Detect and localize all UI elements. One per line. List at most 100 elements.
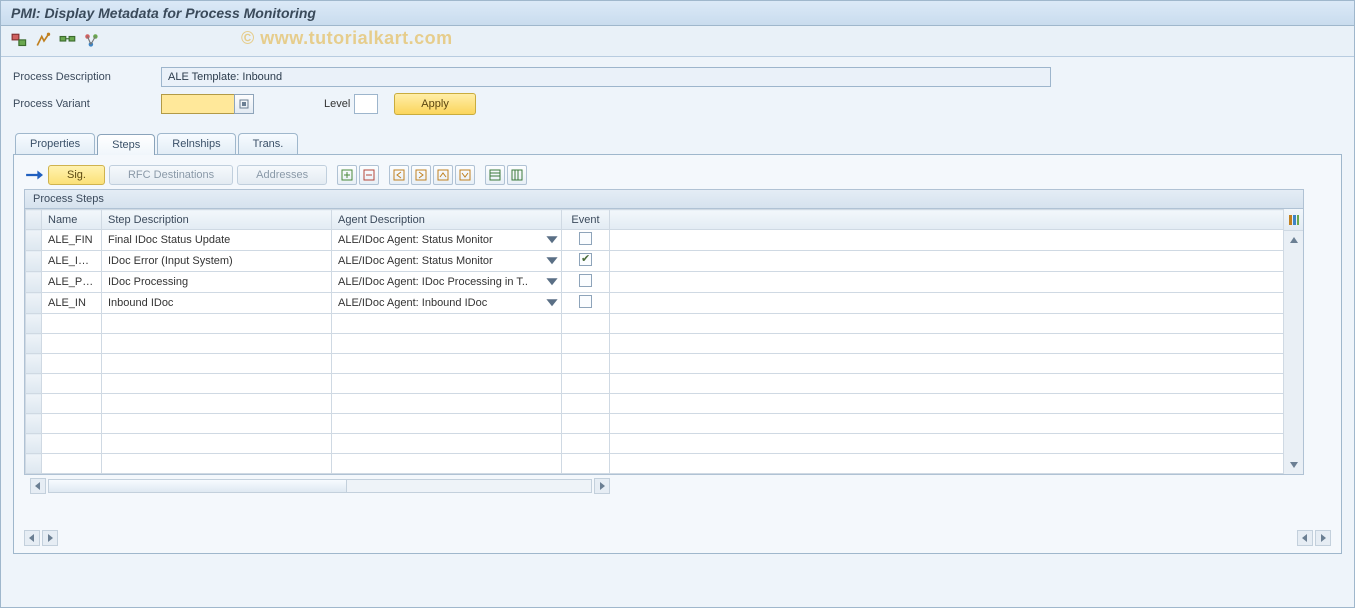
cell-step[interactable]: IDoc Processing (102, 272, 332, 293)
cell-step[interactable] (102, 374, 332, 394)
col-step[interactable]: Step Description (102, 210, 332, 230)
cell-agent[interactable]: ALE/IDoc Agent: Status Monitor (332, 251, 562, 272)
row-marker[interactable] (26, 434, 42, 454)
cell-step[interactable] (102, 354, 332, 374)
row-marker[interactable] (26, 454, 42, 474)
tabbody-scroll-right-near-icon[interactable] (42, 530, 58, 546)
scroll-up-icon[interactable] (1289, 231, 1299, 249)
cell-event[interactable] (562, 374, 610, 394)
cell-event[interactable] (562, 314, 610, 334)
scroll-right-icon[interactable] (594, 478, 610, 494)
process-variant-input[interactable] (161, 94, 235, 114)
cell-step[interactable] (102, 394, 332, 414)
tab-steps[interactable]: Steps (97, 134, 155, 155)
cell-step[interactable] (102, 434, 332, 454)
cell-event[interactable] (562, 454, 610, 474)
scroll-left-icon[interactable] (30, 478, 46, 494)
cell-event[interactable] (562, 354, 610, 374)
cell-agent[interactable] (332, 394, 562, 414)
cell-name[interactable] (42, 434, 102, 454)
scroll-down-icon[interactable] (1289, 456, 1299, 474)
cell-event[interactable] (562, 272, 610, 293)
toolbar-icon-2[interactable] (35, 32, 53, 50)
grid-icon-insert-row[interactable] (337, 165, 357, 185)
row-marker[interactable] (26, 394, 42, 414)
event-checkbox[interactable] (579, 253, 592, 266)
cell-agent[interactable] (332, 414, 562, 434)
grid-icon-nav-1[interactable] (389, 165, 409, 185)
event-checkbox[interactable] (579, 295, 592, 308)
grid-icon-delete-row[interactable] (359, 165, 379, 185)
addresses-button[interactable]: Addresses (237, 165, 327, 185)
cell-event[interactable] (562, 251, 610, 272)
cell-step[interactable]: Final IDoc Status Update (102, 230, 332, 251)
cell-step[interactable]: IDoc Error (Input System) (102, 251, 332, 272)
cell-event[interactable] (562, 230, 610, 251)
tab-properties[interactable]: Properties (15, 133, 95, 154)
row-marker[interactable] (26, 414, 42, 434)
row-marker[interactable] (26, 354, 42, 374)
tabbody-scroll-left-far-icon[interactable] (1297, 530, 1313, 546)
row-marker[interactable] (26, 314, 42, 334)
cell-agent[interactable]: ALE/IDoc Agent: Status Monitor (332, 230, 562, 251)
grid-icon-nav-3[interactable] (433, 165, 453, 185)
cell-event[interactable] (562, 394, 610, 414)
cell-agent[interactable] (332, 334, 562, 354)
toolbar-icon-3[interactable] (59, 32, 77, 50)
cell-agent[interactable] (332, 374, 562, 394)
cell-name[interactable] (42, 334, 102, 354)
cell-step[interactable] (102, 334, 332, 354)
grid-vscrollbar[interactable] (1283, 231, 1303, 474)
event-checkbox[interactable] (579, 232, 592, 245)
row-marker[interactable] (26, 251, 42, 272)
hscroll-track[interactable] (48, 479, 592, 493)
cell-agent[interactable] (332, 314, 562, 334)
cell-agent[interactable] (332, 354, 562, 374)
cell-name[interactable]: ALE_PROC (42, 272, 102, 293)
cell-step[interactable] (102, 314, 332, 334)
col-name[interactable]: Name (42, 210, 102, 230)
process-variant-valuehelp-button[interactable] (234, 94, 254, 114)
col-event[interactable]: Event (562, 210, 610, 230)
col-agent[interactable]: Agent Description (332, 210, 562, 230)
cell-name[interactable] (42, 314, 102, 334)
grid-settings-button[interactable] (1283, 209, 1303, 231)
grid-icon-nav-2[interactable] (411, 165, 431, 185)
hscroll-thumb[interactable] (49, 480, 347, 492)
row-marker[interactable] (26, 334, 42, 354)
cell-name[interactable] (42, 354, 102, 374)
apply-button[interactable]: Apply (394, 93, 476, 115)
grid-hscrollbar[interactable] (30, 477, 610, 495)
level-input[interactable] (354, 94, 378, 114)
grid-icon-table-2[interactable] (507, 165, 527, 185)
event-checkbox[interactable] (579, 274, 592, 287)
cell-event[interactable] (562, 434, 610, 454)
tab-relnships[interactable]: Relnships (157, 133, 235, 154)
cell-agent[interactable]: ALE/IDoc Agent: IDoc Processing in T.. (332, 272, 562, 293)
cell-agent[interactable] (332, 434, 562, 454)
cell-event[interactable] (562, 414, 610, 434)
row-marker[interactable] (26, 293, 42, 314)
row-marker[interactable] (26, 272, 42, 293)
cell-name[interactable] (42, 454, 102, 474)
cell-agent[interactable]: ALE/IDoc Agent: Inbound IDoc (332, 293, 562, 314)
cell-step[interactable] (102, 454, 332, 474)
cell-name[interactable] (42, 414, 102, 434)
rfc-destinations-button[interactable]: RFC Destinations (109, 165, 233, 185)
toolbar-icon-4[interactable] (83, 32, 101, 50)
row-marker[interactable] (26, 374, 42, 394)
cell-event[interactable] (562, 293, 610, 314)
tabbody-scroll-right-icon[interactable] (1315, 530, 1331, 546)
cell-step[interactable] (102, 414, 332, 434)
cell-name[interactable] (42, 374, 102, 394)
sig-button[interactable]: Sig. (48, 165, 105, 185)
row-marker[interactable] (26, 230, 42, 251)
grid-icon-nav-4[interactable] (455, 165, 475, 185)
col-rowmarker[interactable] (26, 210, 42, 230)
grid-icon-table-1[interactable] (485, 165, 505, 185)
toolbar-icon-1[interactable] (11, 32, 29, 50)
cell-event[interactable] (562, 334, 610, 354)
cell-name[interactable]: ALE_IN (42, 293, 102, 314)
cell-name[interactable]: ALE_FIN (42, 230, 102, 251)
cell-name[interactable]: ALE_INST (42, 251, 102, 272)
